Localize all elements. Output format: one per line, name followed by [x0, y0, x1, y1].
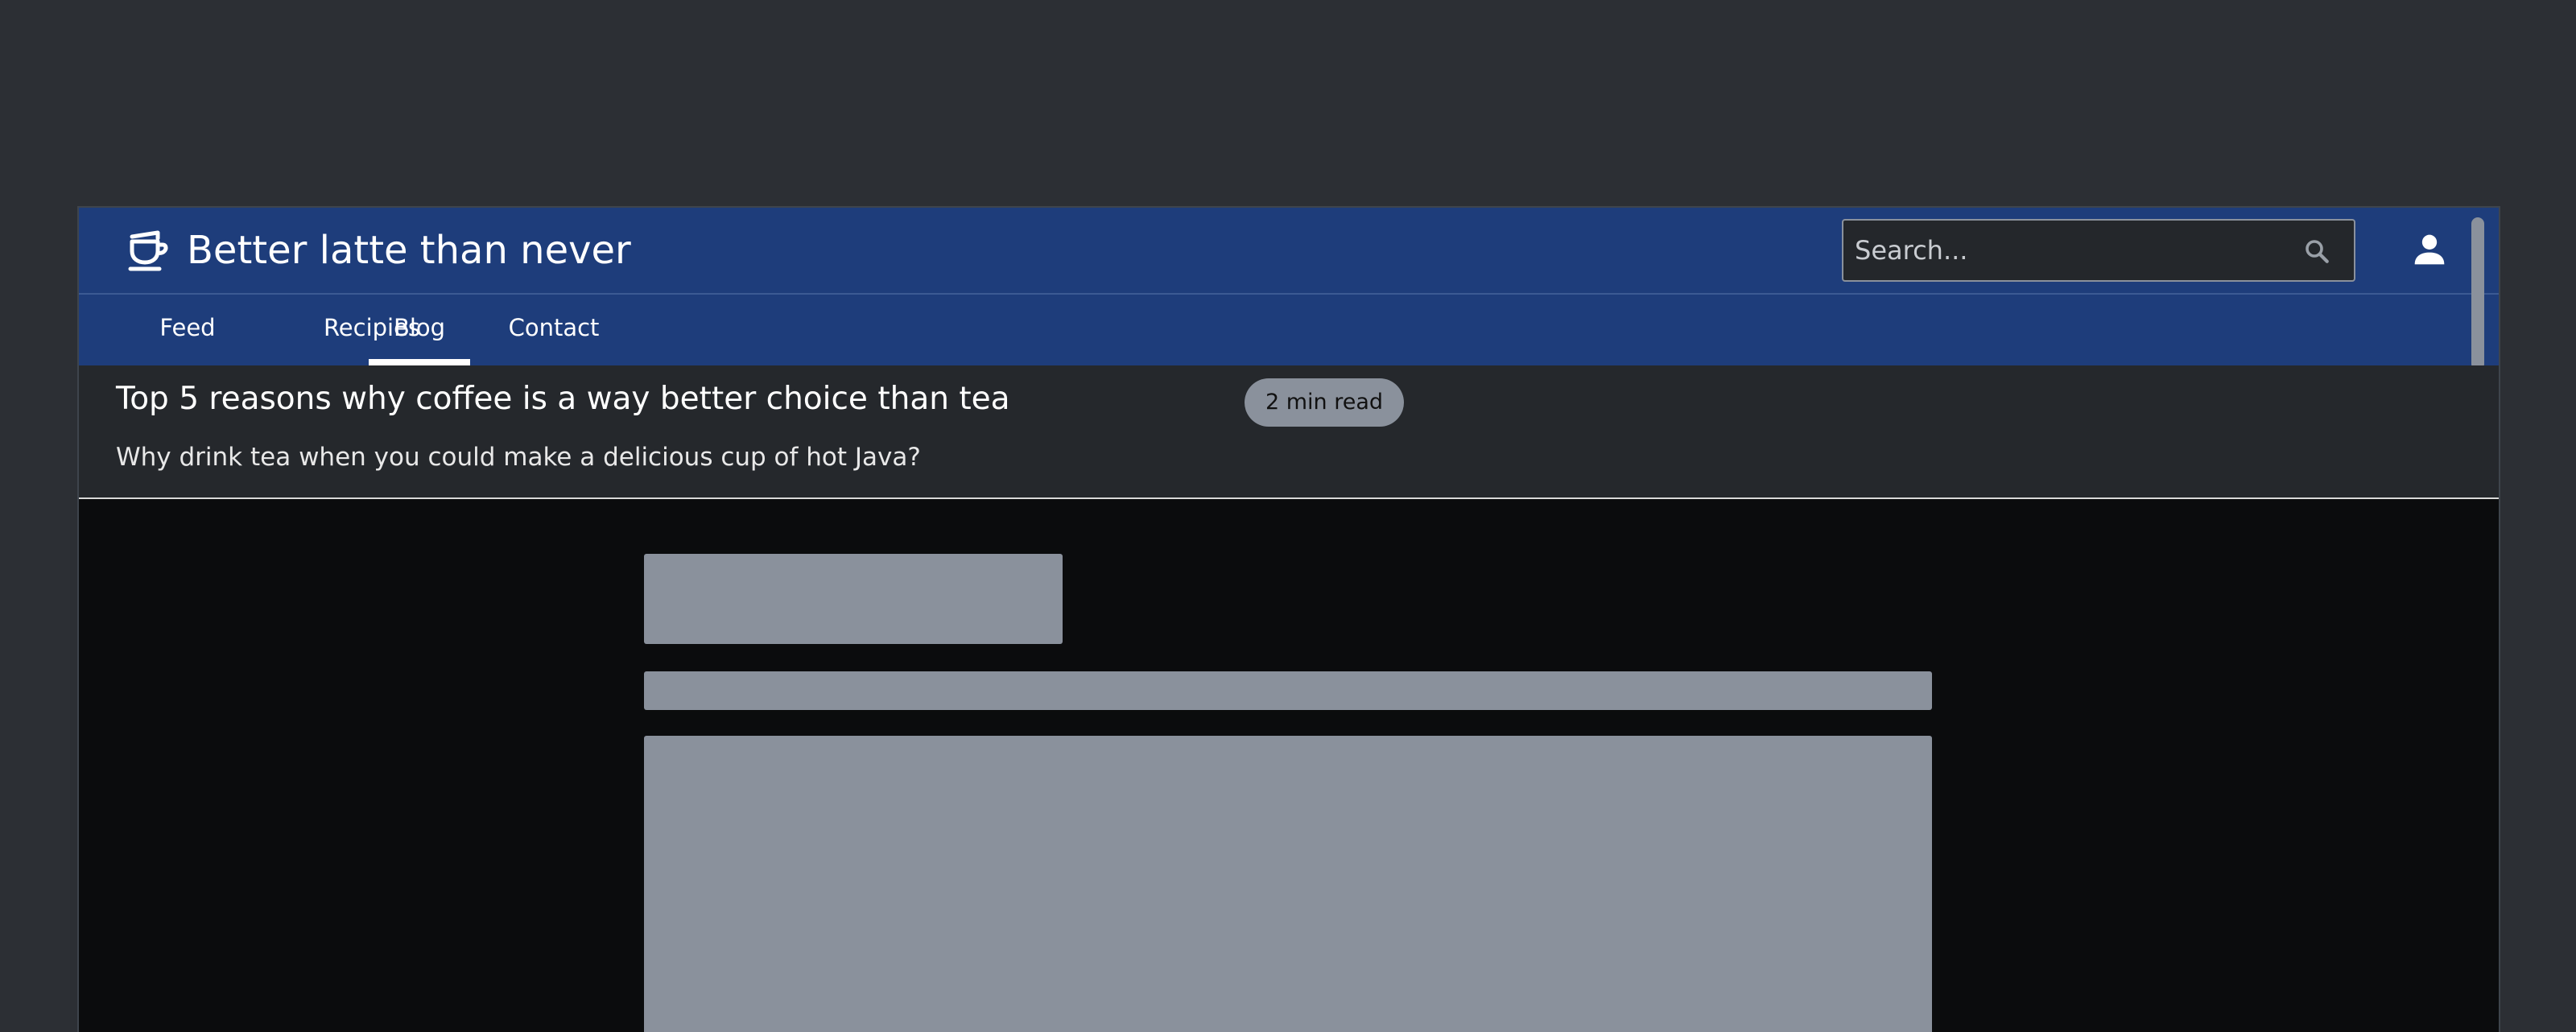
nav-bar: Feed Recipies Blog Contact: [79, 295, 2499, 365]
read-time-badge: 2 min read: [1245, 378, 1404, 427]
user-icon[interactable]: [2412, 232, 2447, 267]
skeleton-image-block: [644, 736, 1932, 1032]
coffee-cup-icon: [128, 230, 168, 271]
article-header: Top 5 reasons why coffee is a way better…: [79, 365, 2499, 499]
search-box[interactable]: [1842, 219, 2355, 282]
skeleton-heading: [644, 554, 1063, 644]
article-title: Top 5 reasons why coffee is a way better…: [116, 381, 1010, 417]
brand-title[interactable]: Better latte than never: [187, 224, 631, 277]
browser-frame: Better latte than never Feed Recipies Bl…: [77, 206, 2500, 1032]
search-input[interactable]: [1843, 221, 2294, 280]
article-subtitle: Why drink tea when you could make a deli…: [116, 443, 921, 472]
top-app-bar: Better latte than never: [79, 208, 2499, 295]
tab-contact[interactable]: Contact: [473, 295, 634, 365]
tab-blog[interactable]: Blog: [369, 295, 470, 365]
search-icon[interactable]: [2302, 237, 2331, 266]
scrollbar-thumb[interactable]: [2471, 217, 2484, 370]
skeleton-text-line: [644, 671, 1932, 710]
tab-feed[interactable]: Feed: [127, 295, 248, 365]
